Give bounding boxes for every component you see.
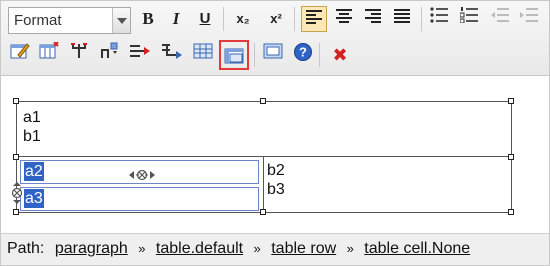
table[interactable]: a1 b1 a2 a3 b2 b3 (11, 101, 512, 213)
merge-down-icon (162, 44, 182, 59)
insert-column-button[interactable] (97, 42, 123, 68)
toolbar-separator (421, 7, 422, 31)
table-properties-icon (10, 43, 30, 59)
bullet-list-icon (430, 7, 448, 23)
resize-handle[interactable] (260, 98, 266, 104)
outdent-button[interactable] (487, 6, 513, 32)
italic-button[interactable]: I (163, 6, 189, 32)
table-cell-a1[interactable]: a1 (23, 108, 41, 127)
subscript-button[interactable]: x₂ (230, 6, 256, 32)
indent-button[interactable] (516, 6, 542, 32)
insert-row-icon (39, 41, 59, 59)
toolbar-separator (294, 7, 295, 31)
underline-button[interactable]: U (192, 6, 218, 32)
row-resize-icon[interactable] (11, 182, 23, 204)
toolbar-separator (223, 7, 224, 31)
align-justify-button[interactable] (389, 6, 415, 32)
insert-table-button[interactable] (190, 42, 216, 68)
cell-properties-button[interactable] (219, 40, 249, 70)
bullet-list-button[interactable] (426, 6, 452, 32)
help-icon: ? (294, 43, 312, 61)
resize-handle[interactable] (13, 154, 19, 160)
resize-handle[interactable] (260, 209, 266, 215)
numbered-list-button[interactable] (456, 6, 482, 32)
path-separator: » (138, 241, 146, 256)
table-properties-button[interactable] (7, 42, 33, 68)
table-cell-a3[interactable]: a3 (20, 187, 259, 211)
path-item-table-row[interactable]: table row (271, 240, 336, 257)
align-center-icon (336, 9, 352, 23)
toolbar: Format B I U x₂ x² ? ✖ (1, 1, 549, 76)
format-dropdown[interactable]: Format (8, 7, 131, 34)
column-divider (263, 157, 264, 212)
insert-column-icon (101, 42, 118, 58)
numbered-list-icon (459, 7, 478, 24)
align-left-button[interactable] (301, 6, 327, 32)
merge-right-button[interactable] (127, 42, 153, 68)
table-cell-b1[interactable]: b1 (23, 127, 41, 146)
indent-icon (520, 8, 538, 22)
table-frame-button[interactable] (260, 42, 286, 68)
table-row[interactable]: a1 b1 (17, 102, 511, 157)
split-cell-icon (71, 43, 87, 58)
editor-area[interactable]: a1 b1 a2 a3 b2 b3 (1, 76, 549, 232)
outdent-icon (491, 8, 509, 22)
superscript-button[interactable]: x² (263, 6, 289, 32)
close-icon: ✖ (332, 45, 348, 65)
resize-handle[interactable] (508, 98, 514, 104)
toolbar-row-1: Format B I U x₂ x² (1, 1, 549, 37)
frame-icon (263, 43, 283, 59)
svg-text:?: ? (299, 45, 307, 60)
selected-text: a3 (24, 189, 44, 208)
align-center-button[interactable] (331, 6, 357, 32)
bold-button[interactable]: B (135, 6, 161, 32)
resize-handle[interactable] (508, 209, 514, 215)
align-left-icon (306, 10, 322, 24)
split-cell-button[interactable] (67, 42, 93, 68)
column-resize-icon[interactable] (127, 168, 157, 182)
resize-handle[interactable] (13, 209, 19, 215)
path-item-table-cell[interactable]: table cell.None (364, 240, 470, 257)
toolbar-row-2: ? ✖ (1, 38, 549, 74)
insert-row-button[interactable] (36, 41, 62, 68)
path-bar: Path: paragraph » table.default » table … (1, 233, 549, 265)
path-separator: » (253, 241, 261, 256)
help-button[interactable]: ? (290, 42, 316, 68)
selected-text: a2 (24, 162, 44, 181)
path-item-paragraph[interactable]: paragraph (55, 240, 128, 257)
align-justify-icon (394, 9, 410, 23)
path-item-table[interactable]: table.default (156, 240, 243, 257)
cell-properties-icon (224, 48, 244, 64)
toolbar-separator (254, 43, 255, 67)
toolbar-separator (319, 43, 320, 67)
table-cell-b2[interactable]: b2 (267, 161, 285, 180)
merge-right-icon (130, 45, 150, 57)
align-right-icon (365, 9, 381, 23)
merge-down-button[interactable] (159, 42, 185, 68)
format-value: Format (14, 12, 62, 29)
close-button[interactable]: ✖ (327, 42, 353, 68)
align-right-button[interactable] (360, 6, 386, 32)
path-separator: » (346, 241, 354, 256)
table-cell-b3[interactable]: b3 (267, 180, 285, 199)
resize-handle[interactable] (508, 154, 514, 160)
chevron-down-icon[interactable] (112, 8, 130, 33)
resize-handle[interactable] (13, 98, 19, 104)
table-grid-icon (193, 43, 213, 59)
path-label: Path: (7, 240, 45, 257)
